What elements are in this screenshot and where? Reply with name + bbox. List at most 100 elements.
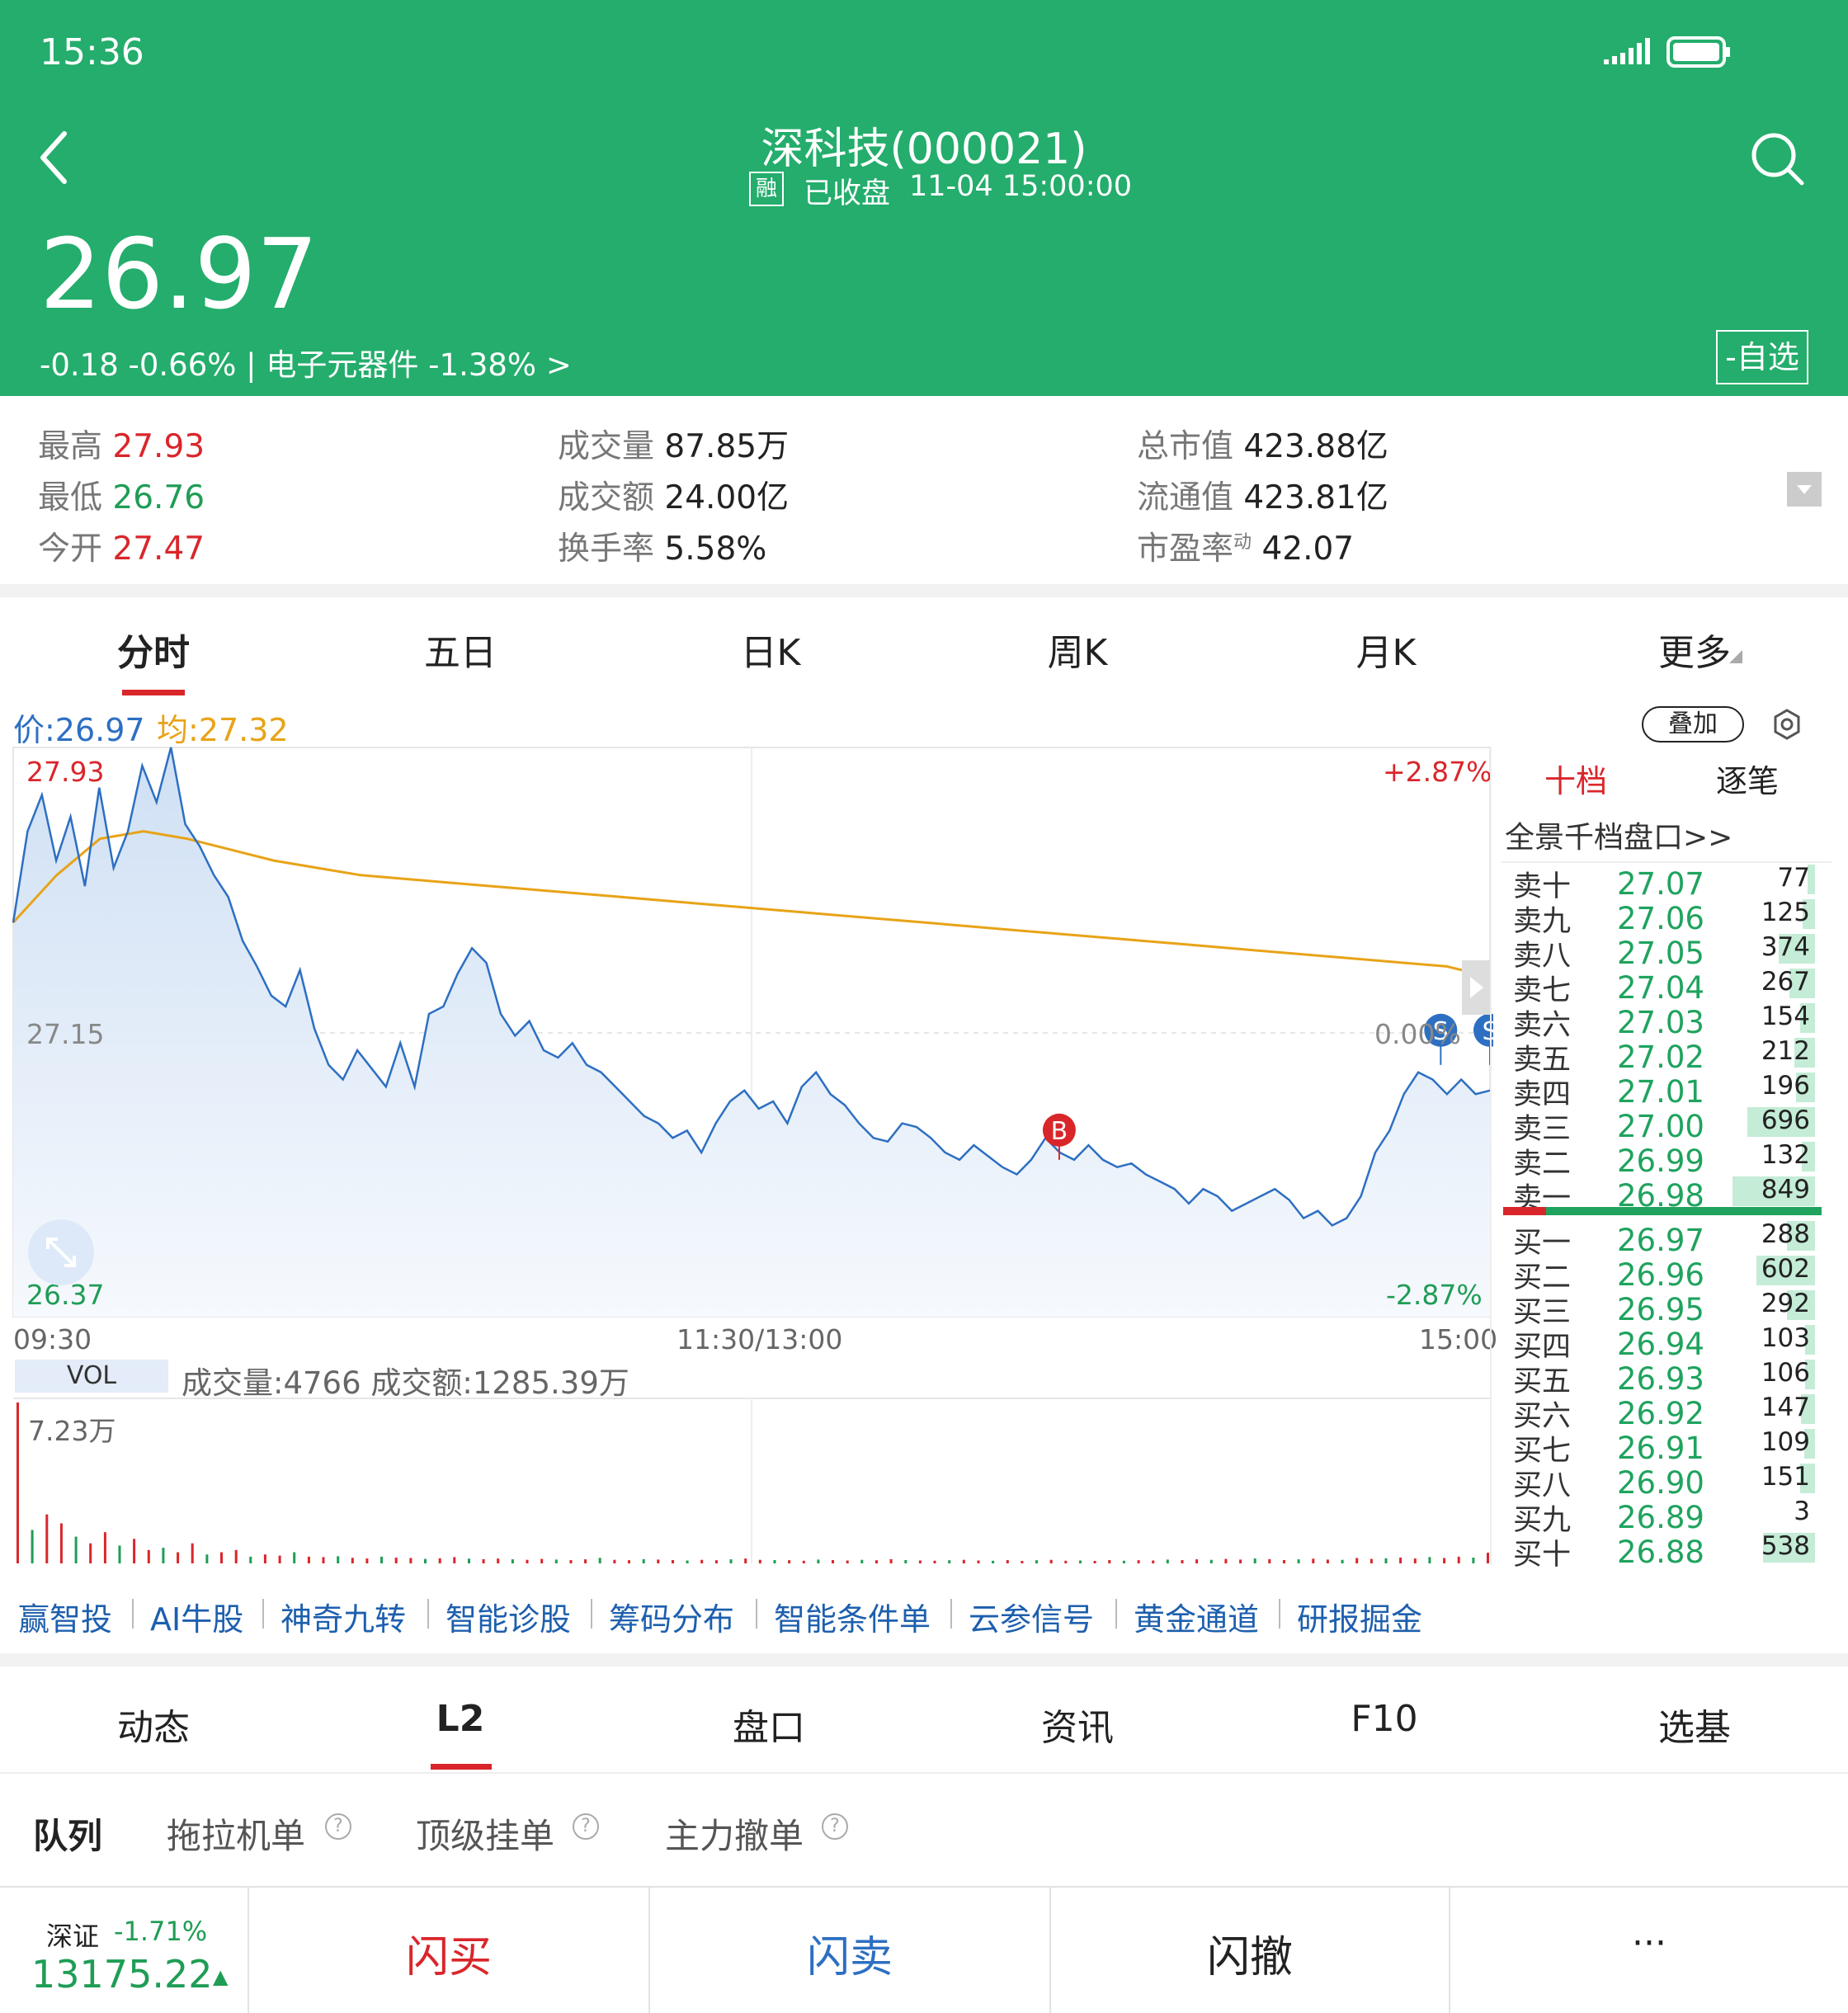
pe-value: 42.07 <box>1261 530 1355 568</box>
volume-label: 成交量 <box>558 428 655 465</box>
bid-level-row[interactable]: 买六 26.92 147 <box>1502 1393 1815 1433</box>
tab-f10[interactable]: F10 <box>1261 1698 1508 1740</box>
bid-level-row[interactable]: 买九 26.89 3 <box>1502 1497 1815 1537</box>
bid-level-row[interactable]: 买三 26.95 292 <box>1502 1289 1815 1329</box>
feature-link[interactable]: 筹码分布 <box>609 1594 734 1639</box>
flash-buy-button[interactable]: 闪买 <box>249 1922 648 1984</box>
float-label: 流通值 <box>1137 479 1234 516</box>
volume-bar <box>205 1554 209 1563</box>
feature-link[interactable]: 研报掘金 <box>1297 1594 1422 1639</box>
pe-label: 市盈率 <box>1137 530 1234 568</box>
tab-fund-select[interactable]: 选基 <box>1571 1698 1818 1751</box>
expand-stats-icon[interactable] <box>1787 472 1822 507</box>
trade-marker-label: B <box>1051 1117 1068 1146</box>
remove-watchlist-button[interactable]: -自选 <box>1716 330 1808 384</box>
volume-bar <box>788 1560 791 1563</box>
volume-bar <box>1064 1560 1068 1563</box>
tab-level2[interactable]: L2 <box>337 1698 584 1740</box>
ask-level-row[interactable]: 卖七 27.04 267 <box>1502 967 1815 1007</box>
help-icon[interactable]: ? <box>822 1813 848 1840</box>
bottom-tab-indicator <box>431 1764 492 1770</box>
subtab-queue[interactable]: 队列 <box>33 1808 102 1859</box>
volume-bar <box>1093 1561 1096 1563</box>
subtab-main-cancellations[interactable]: 主力撤单 <box>665 1808 804 1859</box>
search-icon[interactable] <box>1749 130 1807 191</box>
amount-value: 24.00亿 <box>664 479 790 516</box>
volume-bar <box>45 1514 49 1563</box>
bid-level-row[interactable]: 买七 26.91 109 <box>1502 1427 1815 1468</box>
feature-link[interactable]: 智能条件单 <box>774 1594 931 1639</box>
fullscreen-icon[interactable] <box>28 1219 94 1285</box>
ask-level-row[interactable]: 卖十 27.07 77 <box>1502 863 1815 903</box>
bid-level-row[interactable]: 买十 26.88 538 <box>1502 1531 1815 1572</box>
feature-link[interactable]: 黄金通道 <box>1134 1594 1259 1639</box>
volume-bar <box>977 1560 980 1563</box>
volume-bar <box>191 1543 194 1563</box>
volume-bar <box>511 1559 514 1563</box>
more-options-button[interactable]: ··· <box>1450 1922 1848 1964</box>
ask-level-row[interactable]: 卖三 27.00 696 <box>1502 1106 1815 1146</box>
bid-level-volume: 602 <box>1761 1254 1810 1284</box>
ask-level-row[interactable]: 卖八 27.05 374 <box>1502 932 1815 973</box>
divider <box>0 584 1848 597</box>
tab-more[interactable]: 更多 <box>1571 623 1818 676</box>
feature-link[interactable]: 云参信号 <box>969 1594 1094 1639</box>
volume-value: 87.85万 <box>664 428 790 465</box>
volume-bar <box>1312 1558 1315 1563</box>
ask-level-row[interactable]: 卖四 27.01 196 <box>1502 1071 1815 1111</box>
bid-level-price: 26.88 <box>1617 1534 1704 1570</box>
tab-tick-by-tick[interactable]: 逐笔 <box>1716 756 1779 801</box>
help-icon[interactable]: ? <box>573 1813 599 1840</box>
help-icon[interactable]: ? <box>325 1813 351 1840</box>
ask-level-row[interactable]: 卖一 26.98 849 <box>1502 1175 1815 1215</box>
volume-bar <box>526 1559 529 1563</box>
volume-bar <box>1209 1559 1213 1563</box>
feature-link[interactable]: 神奇九转 <box>280 1594 406 1639</box>
volume-bar <box>540 1558 544 1563</box>
tab-handicap[interactable]: 盘口 <box>645 1698 893 1751</box>
volume-bar <box>1370 1558 1373 1563</box>
tab-intraday[interactable]: 分时 <box>30 623 277 676</box>
axis-time-start: 09:30 <box>13 1323 92 1355</box>
tab-weekly-k[interactable]: 周K <box>954 623 1201 676</box>
bid-level-row[interactable]: 买一 26.97 288 <box>1502 1219 1815 1260</box>
tab-monthly-k[interactable]: 月K <box>1262 623 1510 676</box>
tab-five-day[interactable]: 五日 <box>337 623 584 676</box>
settings-icon[interactable] <box>1770 708 1803 744</box>
subtab-top-orders[interactable]: 顶级挂单 <box>416 1808 554 1859</box>
sector-separator: | <box>246 347 257 383</box>
collapse-orderbook-icon[interactable] <box>1462 960 1490 1015</box>
flash-cancel-button[interactable]: 闪撤 <box>1051 1922 1449 1984</box>
bid-level-row[interactable]: 买二 26.96 602 <box>1502 1254 1815 1294</box>
ask-level-row[interactable]: 卖五 27.02 212 <box>1502 1036 1815 1077</box>
volume-bar <box>700 1559 704 1563</box>
bid-ask-ratio-red <box>1503 1207 1546 1215</box>
bid-level-row[interactable]: 买八 26.90 151 <box>1502 1462 1815 1502</box>
index-ticker[interactable]: 深证 -1.71% 13175.22 ▲ <box>0 1888 248 2013</box>
bid-level-row[interactable]: 买四 26.94 103 <box>1502 1323 1815 1364</box>
volume-bar <box>613 1559 616 1563</box>
stock-title: 深科技(000021) <box>761 125 1087 174</box>
ask-level-row[interactable]: 卖六 27.03 154 <box>1502 1002 1815 1042</box>
overlay-button[interactable]: 叠加 <box>1642 706 1744 742</box>
feature-link[interactable]: 赢智投 <box>18 1594 112 1639</box>
panorama-orderbook-link[interactable]: 全景千档盘口>> <box>1505 813 1732 856</box>
feature-link[interactable]: AI牛股 <box>150 1594 243 1639</box>
ask-level-row[interactable]: 卖九 27.06 125 <box>1502 898 1815 938</box>
sector-change-pct: -1.38% <box>428 347 537 383</box>
volume-indicator-tag[interactable]: VOL <box>15 1360 168 1393</box>
subtab-tractor-orders[interactable]: 拖拉机单 <box>167 1808 305 1859</box>
volume-bar <box>1079 1560 1082 1563</box>
divider <box>0 1653 1848 1666</box>
open-label: 今开 <box>38 530 103 568</box>
ask-level-price: 26.99 <box>1617 1143 1704 1179</box>
ask-level-row[interactable]: 卖二 26.99 132 <box>1502 1140 1815 1181</box>
price-change-line[interactable]: -0.18 -0.66% | 电子元器件 -1.38% > <box>40 340 572 384</box>
tab-information[interactable]: 资讯 <box>954 1698 1201 1751</box>
tab-news-feed[interactable]: 动态 <box>30 1698 277 1751</box>
bid-level-row[interactable]: 买五 26.93 106 <box>1502 1358 1815 1398</box>
feature-link[interactable]: 智能诊股 <box>446 1594 571 1639</box>
tab-ten-level[interactable]: 十档 <box>1544 756 1607 801</box>
flash-sell-button[interactable]: 闪卖 <box>650 1922 1049 1984</box>
tab-daily-k[interactable]: 日K <box>647 623 894 676</box>
